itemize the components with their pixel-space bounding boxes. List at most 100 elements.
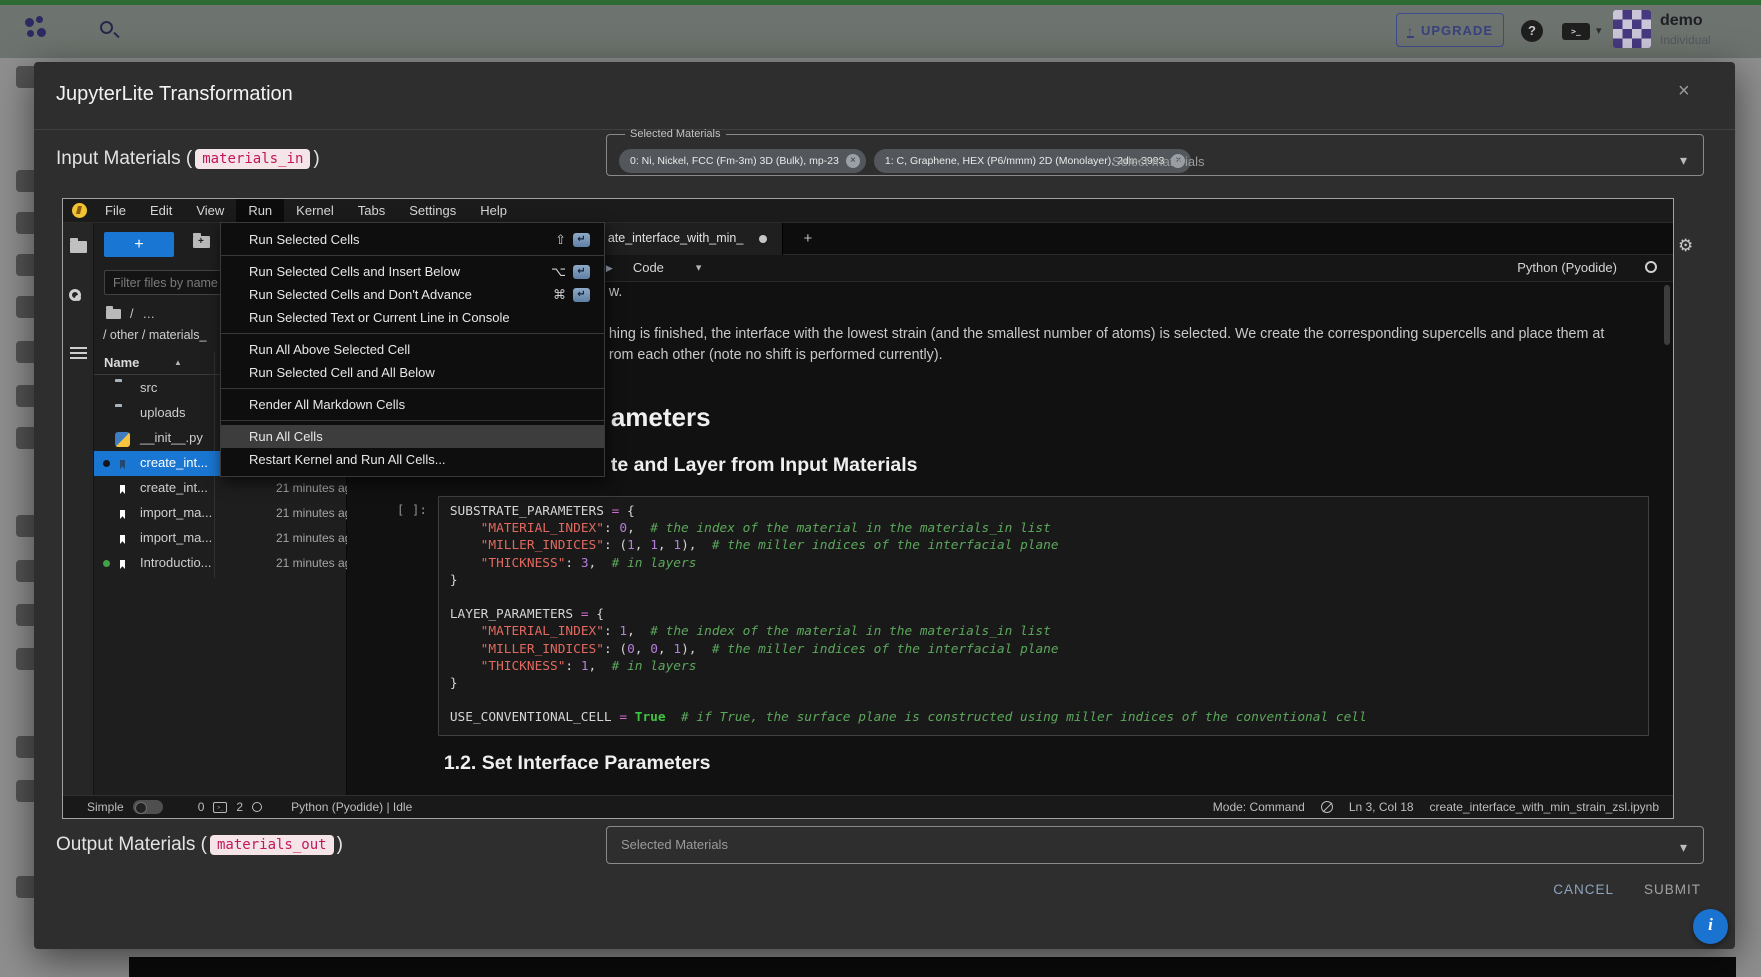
menu-item-run-selected-cells-and-insert-below[interactable]: Run Selected Cells and Insert Below ⌥↵ xyxy=(221,260,604,283)
sort-asc-icon[interactable]: ▲ xyxy=(174,358,182,367)
notifications-icon[interactable] xyxy=(1321,801,1333,813)
avatar[interactable] xyxy=(1613,10,1651,48)
chevron-down-icon[interactable]: ▾ xyxy=(1596,24,1602,37)
menu-kernel[interactable]: Kernel xyxy=(284,199,346,223)
search-icon[interactable] xyxy=(100,21,113,34)
app-logo-icon[interactable] xyxy=(24,16,54,44)
kernel-name[interactable]: Python (Pyodide) xyxy=(1517,260,1617,275)
help-icon[interactable]: ? xyxy=(1521,20,1543,42)
kernel-icon[interactable] xyxy=(252,802,262,812)
menu-tabs[interactable]: Tabs xyxy=(346,199,397,223)
menu-edit[interactable]: Edit xyxy=(138,199,184,223)
menu-item-restart-kernel-and-run-all-cells[interactable]: Restart Kernel and Run All Cells... xyxy=(221,448,604,471)
menu-divider xyxy=(221,255,604,256)
breadcrumb-root[interactable]: / xyxy=(130,307,133,321)
code-token: 3 xyxy=(581,556,589,571)
terminals-count[interactable]: 0 xyxy=(198,800,205,814)
menu-item-run-all-cells[interactable]: Run All Cells xyxy=(221,425,604,448)
run-icon[interactable]: ▶ xyxy=(606,263,613,274)
file-row-import-ma[interactable]: import_ma...21 minutes ago xyxy=(94,526,347,551)
table-of-contents-icon[interactable] xyxy=(70,347,87,359)
selected-materials-field[interactable]: Selected Materials 0: Ni, Nickel, FCC (F… xyxy=(606,128,1704,176)
code-token: 1 xyxy=(673,642,681,657)
code-token: , xyxy=(635,538,650,553)
modal-actions: CANCEL SUBMIT xyxy=(1553,882,1701,897)
menu-item-run-selected-cells-and-don-t-advance[interactable]: Run Selected Cells and Don't Advance⌘↵ xyxy=(221,283,604,306)
unsaved-indicator-dot xyxy=(759,235,767,243)
code-token: # the miller indices of the interfacial … xyxy=(712,642,1059,657)
code-token: : xyxy=(604,521,619,536)
upgrade-button[interactable]: ↑UPGRADE xyxy=(1396,13,1504,47)
new-tab-button[interactable]: + xyxy=(792,223,824,255)
code-token: True xyxy=(635,710,666,725)
running-kernels-icon[interactable] xyxy=(69,289,81,301)
menu-divider xyxy=(221,388,604,389)
cursor-position[interactable]: Ln 3, Col 18 xyxy=(1349,800,1414,814)
submit-button[interactable]: SUBMIT xyxy=(1644,882,1701,897)
info-fab[interactable]: i xyxy=(1693,909,1728,944)
materials-in-code: materials_in xyxy=(195,149,310,169)
return-key-icon: ↵ xyxy=(573,233,590,247)
file-name: Introductio... xyxy=(140,555,212,570)
file-modified: 21 minutes ago xyxy=(276,531,358,545)
kernel-status-icon[interactable] xyxy=(1645,261,1657,273)
menu-view[interactable]: View xyxy=(184,199,236,223)
cancel-button[interactable]: CANCEL xyxy=(1553,882,1614,897)
code-token: 1 xyxy=(581,659,589,674)
menu-item-label: Run Selected Text or Current Line in Con… xyxy=(249,310,510,325)
new-launcher-button[interactable]: + xyxy=(104,232,174,257)
new-folder-icon[interactable] xyxy=(193,236,210,248)
file-name: __init__.py xyxy=(140,430,203,445)
settings-gear-icon[interactable]: ⚙ xyxy=(1678,236,1693,256)
menu-help[interactable]: Help xyxy=(468,199,519,223)
simple-mode-toggle[interactable] xyxy=(133,800,163,814)
menu-item-label: Run Selected Cells and Insert Below xyxy=(249,264,460,279)
file-row-introductio[interactable]: Introductio...21 minutes ago xyxy=(94,551,347,576)
shortcut: ⌥↵ xyxy=(551,260,590,283)
scrollbar-thumb[interactable] xyxy=(1664,285,1670,345)
code-token: # in layers xyxy=(612,659,697,674)
remove-chip-icon[interactable]: × xyxy=(846,154,860,168)
menu-item-run-all-above-selected-cell[interactable]: Run All Above Selected Cell xyxy=(221,338,604,361)
option-key-icon: ⌥ xyxy=(551,260,566,283)
mode-indicator[interactable]: Mode: Command xyxy=(1213,800,1305,814)
code-token: 0 xyxy=(650,642,658,657)
breadcrumb-ellipsis[interactable]: … xyxy=(142,307,155,321)
chevron-down-icon[interactable]: ▾ xyxy=(696,261,702,274)
menu-item-render-all-markdown-cells[interactable]: Render All Markdown Cells xyxy=(221,393,604,416)
code-lines: SUBSTRATE_PARAMETERS = { "MATERIAL_INDEX… xyxy=(439,497,1648,727)
menu-item-run-selected-text-or-current-line-in-console[interactable]: Run Selected Text or Current Line in Con… xyxy=(221,306,604,329)
menu-item-run-selected-cell-and-all-below[interactable]: Run Selected Cell and All Below xyxy=(221,361,604,384)
terminal-icon[interactable]: >_ xyxy=(1562,23,1590,40)
name-column-header[interactable]: Name xyxy=(104,355,139,370)
dropdown-arrow-icon[interactable]: ▾ xyxy=(1680,839,1687,856)
code-token xyxy=(450,642,481,657)
home-folder-icon[interactable] xyxy=(106,309,121,319)
file-browser-icon[interactable] xyxy=(70,241,87,253)
output-materials-field[interactable]: Selected Materials ▾ xyxy=(606,826,1704,864)
output-materials-text: Output Materials ( xyxy=(56,834,207,856)
kernel-status[interactable]: Python (Pyodide) | Idle xyxy=(291,800,412,814)
file-row-create-int[interactable]: create_int...21 minutes ago xyxy=(94,476,347,501)
material-chip[interactable]: 0: Ni, Nickel, FCC (Fm-3m) 3D (Bulk), mp… xyxy=(619,149,866,173)
code-token xyxy=(450,624,481,639)
menu-settings[interactable]: Settings xyxy=(397,199,468,223)
file-row-import-ma[interactable]: import_ma...21 minutes ago xyxy=(94,501,347,526)
menu-item-run-selected-cells[interactable]: Run Selected Cells⇧↵ xyxy=(221,228,604,251)
markdown-paragraph-line: rom each other (note no shift is perform… xyxy=(609,347,943,363)
cell-type-select[interactable]: Code xyxy=(633,260,664,275)
dropdown-arrow-icon[interactable]: ▾ xyxy=(1680,152,1687,169)
kernels-count[interactable]: 2 xyxy=(236,800,243,814)
code-line xyxy=(450,693,1648,710)
menu-file[interactable]: File xyxy=(93,199,138,223)
code-line: SUBSTRATE_PARAMETERS = { xyxy=(450,504,1648,521)
terminal-icon[interactable]: >_ xyxy=(213,802,227,813)
breadcrumb-path[interactable]: / other / materials_ xyxy=(103,328,207,342)
brand-accent-bar xyxy=(0,0,1761,5)
code-cell[interactable]: SUBSTRATE_PARAMETERS = { "MATERIAL_INDEX… xyxy=(438,496,1649,736)
shift-key-icon: ⇧ xyxy=(555,228,566,251)
close-icon[interactable]: × xyxy=(1678,80,1690,103)
code-token xyxy=(450,556,481,571)
simple-mode-label: Simple xyxy=(87,800,124,814)
menu-run[interactable]: Run xyxy=(236,199,284,223)
